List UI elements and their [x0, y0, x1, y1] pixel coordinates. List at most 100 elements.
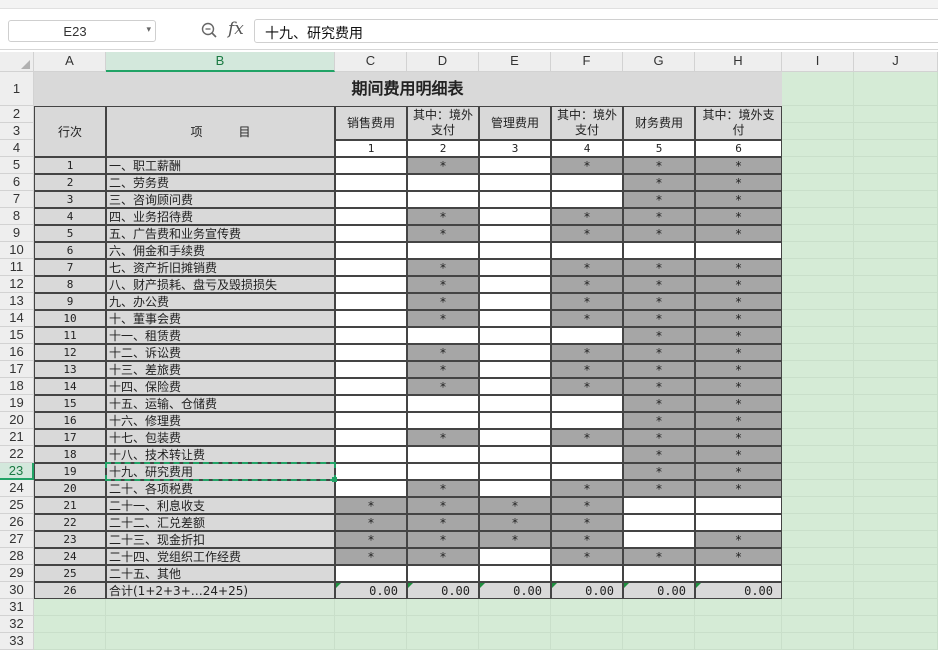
data-cell[interactable] — [335, 344, 407, 361]
data-cell[interactable]: * — [551, 208, 623, 225]
sheet-cell[interactable] — [854, 412, 938, 429]
select-all-icon[interactable] — [21, 60, 30, 69]
sheet-cell[interactable] — [854, 361, 938, 378]
data-cell[interactable] — [479, 446, 551, 463]
data-cell[interactable] — [407, 565, 479, 582]
sheet-cell[interactable] — [551, 633, 623, 650]
sheet-cell[interactable] — [623, 616, 695, 633]
row-header-3[interactable]: 3 — [0, 123, 34, 140]
row-number-cell[interactable]: 17 — [34, 429, 106, 446]
sheet-cell[interactable] — [782, 446, 854, 463]
sheet-cell[interactable] — [782, 548, 854, 565]
data-cell[interactable]: * — [551, 225, 623, 242]
data-cell[interactable]: * — [407, 225, 479, 242]
data-cell[interactable]: * — [407, 497, 479, 514]
data-cell[interactable] — [407, 463, 479, 480]
data-cell[interactable]: * — [695, 446, 782, 463]
item-name-cell[interactable]: 二十五、其他 — [106, 565, 335, 582]
column-header-f[interactable]: F — [551, 52, 623, 72]
data-cell[interactable] — [335, 157, 407, 174]
header-col-g[interactable]: 财务费用 — [623, 106, 695, 140]
row-header-1[interactable]: 1 — [0, 72, 34, 106]
item-name-cell[interactable]: 一、职工薪酬 — [106, 157, 335, 174]
data-cell[interactable] — [407, 327, 479, 344]
data-cell[interactable] — [479, 310, 551, 327]
data-cell[interactable]: * — [407, 259, 479, 276]
data-cell[interactable]: * — [695, 157, 782, 174]
data-cell[interactable] — [335, 565, 407, 582]
data-cell[interactable] — [407, 174, 479, 191]
data-cell[interactable] — [479, 565, 551, 582]
sheet-cell[interactable] — [34, 616, 106, 633]
sheet-cell[interactable] — [782, 344, 854, 361]
sheet-cell[interactable] — [782, 514, 854, 531]
row-number-cell[interactable]: 12 — [34, 344, 106, 361]
header-col-f[interactable]: 其中：境外支付 — [551, 106, 623, 140]
sheet-cell[interactable] — [782, 480, 854, 497]
data-cell[interactable] — [407, 242, 479, 259]
data-cell[interactable] — [335, 276, 407, 293]
sheet-cell[interactable] — [695, 599, 782, 616]
data-cell[interactable]: * — [695, 378, 782, 395]
sheet-cell[interactable] — [854, 446, 938, 463]
sheet-cell[interactable] — [782, 582, 854, 599]
data-cell[interactable] — [479, 344, 551, 361]
row-number-cell[interactable]: 5 — [34, 225, 106, 242]
data-cell[interactable]: * — [551, 497, 623, 514]
data-cell[interactable] — [479, 174, 551, 191]
column-header-i[interactable]: I — [782, 52, 854, 72]
data-cell[interactable] — [335, 429, 407, 446]
data-cell[interactable] — [695, 514, 782, 531]
data-cell[interactable]: * — [623, 191, 695, 208]
sheet-cell[interactable] — [106, 633, 335, 650]
data-cell[interactable] — [695, 497, 782, 514]
sheet-cell[interactable] — [854, 565, 938, 582]
data-cell[interactable] — [407, 395, 479, 412]
row-header-16[interactable]: 16 — [0, 344, 34, 361]
data-cell[interactable]: * — [623, 463, 695, 480]
data-cell[interactable] — [335, 480, 407, 497]
data-cell[interactable]: * — [695, 208, 782, 225]
data-cell[interactable]: * — [695, 361, 782, 378]
data-cell[interactable] — [335, 463, 407, 480]
data-cell[interactable]: * — [623, 361, 695, 378]
sheet-cell[interactable] — [782, 497, 854, 514]
sheet-cell[interactable] — [854, 123, 938, 140]
item-name-cell[interactable]: 四、业务招待费 — [106, 208, 335, 225]
header-col-number[interactable]: 4 — [551, 140, 623, 157]
data-cell[interactable]: * — [695, 225, 782, 242]
data-cell[interactable]: * — [551, 276, 623, 293]
data-cell[interactable]: * — [479, 514, 551, 531]
column-header-h[interactable]: H — [695, 52, 782, 72]
data-cell[interactable]: * — [623, 327, 695, 344]
data-cell[interactable]: * — [335, 531, 407, 548]
data-cell[interactable] — [479, 259, 551, 276]
sheet-cell[interactable] — [854, 633, 938, 650]
sheet-cell[interactable] — [782, 412, 854, 429]
row-number-cell[interactable]: 18 — [34, 446, 106, 463]
data-cell[interactable]: * — [695, 429, 782, 446]
row-number-cell[interactable]: 21 — [34, 497, 106, 514]
data-cell[interactable]: * — [407, 480, 479, 497]
data-cell[interactable]: * — [623, 157, 695, 174]
data-cell[interactable] — [335, 208, 407, 225]
item-name-cell[interactable]: 二十四、党组织工作经费 — [106, 548, 335, 565]
data-cell[interactable]: * — [407, 361, 479, 378]
data-cell[interactable]: * — [695, 395, 782, 412]
fill-handle[interactable] — [332, 477, 337, 482]
data-cell[interactable]: * — [623, 276, 695, 293]
header-col-d[interactable]: 其中：境外支付 — [407, 106, 479, 140]
sheet-cell[interactable] — [854, 480, 938, 497]
data-cell[interactable]: * — [407, 531, 479, 548]
data-cell[interactable]: * — [479, 531, 551, 548]
row-number-cell[interactable]: 6 — [34, 242, 106, 259]
column-header-d[interactable]: D — [407, 52, 479, 72]
header-col-number[interactable]: 3 — [479, 140, 551, 157]
row-number-cell[interactable]: 7 — [34, 259, 106, 276]
data-cell[interactable] — [335, 327, 407, 344]
data-cell[interactable] — [551, 463, 623, 480]
sheet-cell[interactable] — [782, 72, 854, 106]
data-cell[interactable]: * — [623, 208, 695, 225]
data-cell[interactable]: * — [335, 548, 407, 565]
item-name-cell[interactable]: 九、办公费 — [106, 293, 335, 310]
